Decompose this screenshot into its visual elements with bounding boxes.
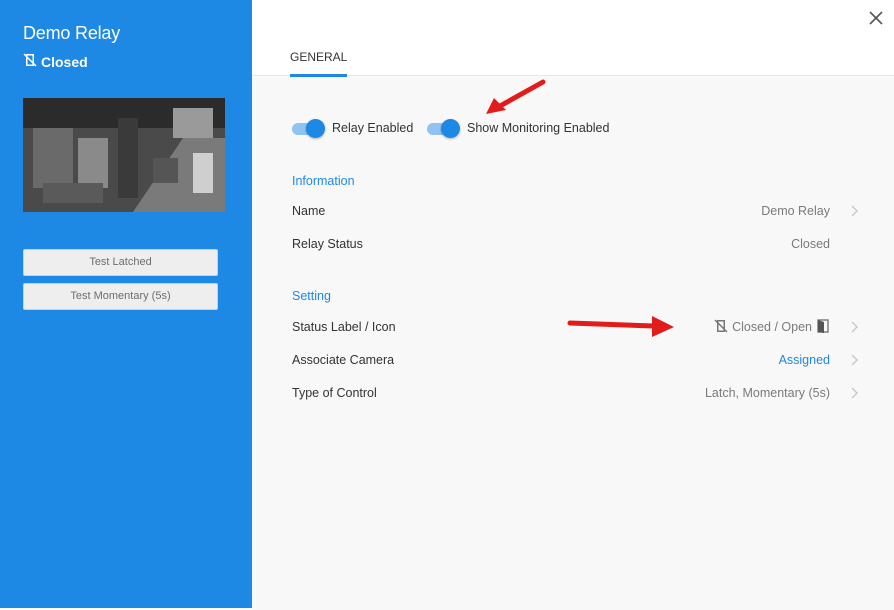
type-of-control-label: Type of Control bbox=[292, 386, 377, 400]
monitoring-enabled-label: Show Monitoring Enabled bbox=[467, 121, 610, 135]
chevron-right-icon bbox=[830, 387, 858, 399]
test-latched-button[interactable]: Test Latched bbox=[23, 249, 218, 276]
relay-status: Closed bbox=[23, 53, 88, 70]
associate-camera-label: Associate Camera bbox=[292, 353, 395, 367]
relay-enabled-toggle[interactable] bbox=[292, 119, 325, 138]
door-open-icon bbox=[816, 318, 830, 336]
name-value: Demo Relay bbox=[761, 204, 830, 218]
monitoring-toggle-row: Show Monitoring Enabled bbox=[427, 119, 610, 138]
relay-title: Demo Relay bbox=[23, 23, 121, 43]
associate-camera-value[interactable]: Assigned bbox=[779, 353, 830, 367]
annotation-arrow-icon bbox=[486, 79, 546, 114]
tab-general[interactable]: GENERAL bbox=[290, 50, 348, 77]
chevron-right-icon bbox=[830, 354, 858, 366]
type-of-control-value: Latch, Momentary (5s) bbox=[704, 386, 830, 400]
test-momentary-button[interactable]: Test Momentary (5s) bbox=[23, 283, 218, 310]
panel-header: GENERAL bbox=[252, 0, 894, 77]
type-of-control-row[interactable]: Type of Control Latch, Momentary (5s) bbox=[292, 383, 858, 403]
relay-status-value: Closed bbox=[791, 237, 830, 251]
monitoring-enabled-toggle[interactable] bbox=[427, 119, 460, 138]
information-heading: Information bbox=[292, 174, 355, 188]
chevron-right-icon bbox=[830, 205, 858, 217]
relay-status-row: Relay Status Closed bbox=[292, 234, 858, 254]
close-icon[interactable] bbox=[868, 10, 884, 26]
relay-status-text: Closed bbox=[41, 53, 88, 70]
status-label-icon-value-wrap: Closed / Open bbox=[714, 318, 830, 336]
annotation-arrow-icon bbox=[567, 316, 674, 337]
relay-status-label: Relay Status bbox=[292, 237, 363, 251]
door-closed-icon bbox=[714, 318, 728, 336]
camera-preview[interactable] bbox=[23, 98, 225, 212]
relay-sidebar: Demo Relay Closed Test Latched Test Mome… bbox=[0, 0, 252, 608]
associate-camera-row[interactable]: Associate Camera Assigned bbox=[292, 350, 858, 370]
chevron-right-icon bbox=[830, 321, 858, 333]
name-row[interactable]: Name Demo Relay bbox=[292, 201, 858, 221]
name-label: Name bbox=[292, 204, 326, 218]
relay-enabled-toggle-row: Relay Enabled bbox=[292, 119, 414, 138]
relay-enabled-label: Relay Enabled bbox=[332, 121, 414, 135]
door-closed-icon bbox=[23, 53, 37, 70]
relay-settings-panel: GENERAL Relay Enabled Show Monitoring En… bbox=[252, 0, 894, 610]
setting-heading: Setting bbox=[292, 289, 331, 303]
status-label-icon-value: Closed / Open bbox=[732, 320, 812, 334]
